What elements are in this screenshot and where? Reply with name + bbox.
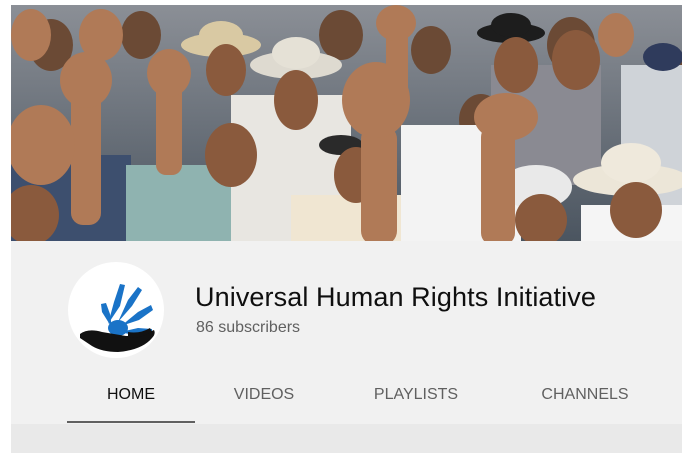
banner-crowd-image <box>11 5 682 241</box>
channel-header: Universal Human Rights Initiative 86 sub… <box>11 241 682 424</box>
content-area <box>11 424 682 453</box>
tab-playlists[interactable]: PLAYLISTS <box>352 367 480 423</box>
channel-tabs: HOME VIDEOS PLAYLISTS CHANNELS <box>67 367 667 423</box>
human-rights-hand-logo-icon <box>80 284 155 352</box>
subscriber-count: 86 subscribers <box>196 319 301 336</box>
channel-avatar[interactable] <box>68 262 164 358</box>
channel-banner <box>11 5 682 241</box>
tab-videos[interactable]: VIDEOS <box>200 367 328 423</box>
tab-home[interactable]: HOME <box>67 367 195 423</box>
channel-name[interactable]: Universal Human Rights Initiative <box>195 282 596 313</box>
tab-channels[interactable]: CHANNELS <box>521 367 649 423</box>
